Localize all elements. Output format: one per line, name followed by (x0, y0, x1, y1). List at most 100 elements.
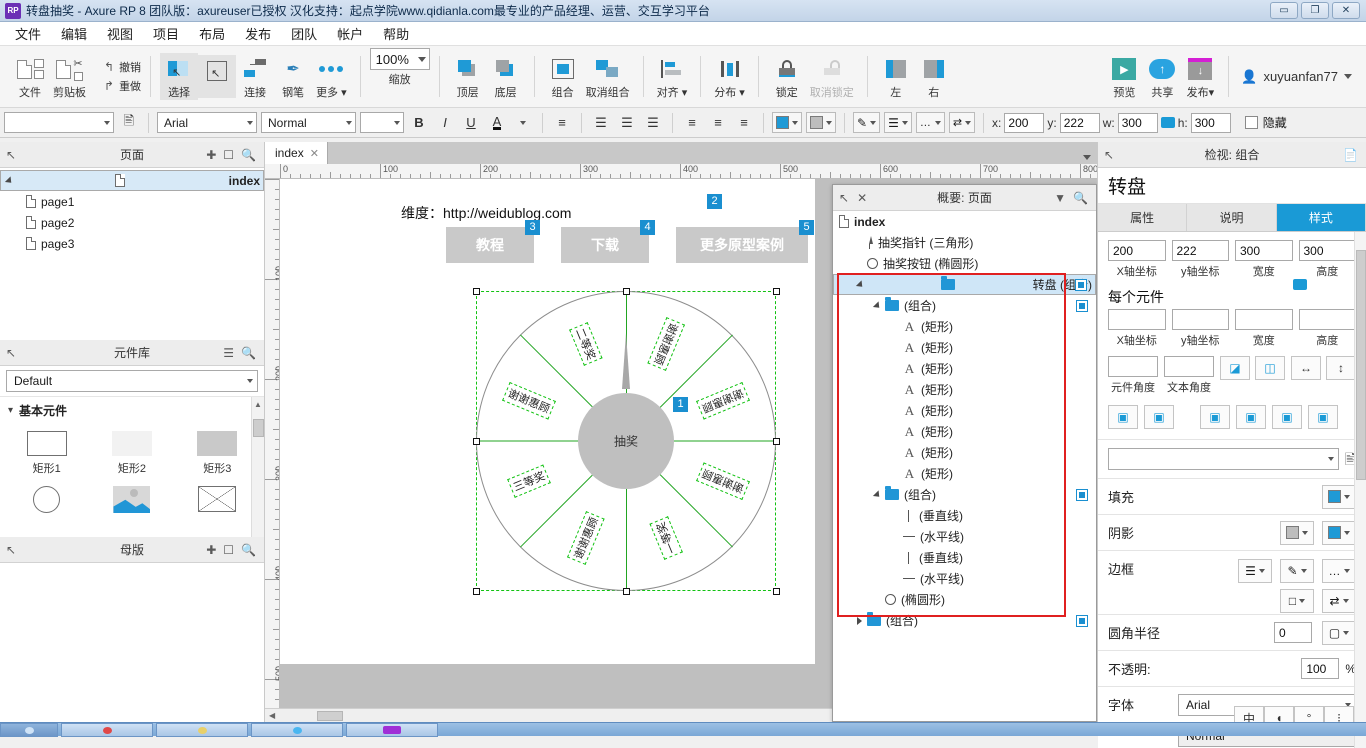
outline-tree-item[interactable]: 抽奖按钮 (椭圆形) (833, 253, 1096, 274)
inspector-collapse-button[interactable]: ↖ (1098, 149, 1114, 161)
shape-tool-button[interactable]: ↖ (198, 55, 237, 98)
border-visibility-button[interactable]: □ (1280, 589, 1314, 613)
outline-tree-item[interactable]: (水平线) (833, 568, 1096, 589)
distribute-h-icon[interactable]: ▣ (1272, 405, 1302, 429)
outline-tree-item[interactable]: A (矩形) (833, 442, 1096, 463)
resize-handle-w[interactable] (473, 438, 480, 445)
outline-tree-item[interactable]: A (矩形) (833, 337, 1096, 358)
group-marker-badge[interactable] (1076, 299, 1088, 312)
outline-tree-item[interactable]: A (矩形) (833, 421, 1096, 442)
annotation-badge-5[interactable]: 5 (799, 220, 814, 235)
outline-tree-item[interactable]: A (矩形) (833, 400, 1096, 421)
valign-bottom-icon[interactable]: ≡ (733, 112, 755, 133)
menu-item-account[interactable]: 帐户 (328, 21, 372, 46)
resize-handle-se[interactable] (773, 588, 780, 595)
border-color-button[interactable]: ✎ (1280, 559, 1314, 583)
h-input[interactable] (1190, 112, 1231, 133)
fit-width-icon[interactable]: ↔ (1291, 356, 1321, 380)
search-icon[interactable]: 🔍 (241, 149, 256, 161)
each-y-input[interactable] (1171, 309, 1229, 330)
masters-collapse-button[interactable]: ↖ (0, 544, 16, 556)
outline-tree-item[interactable]: (组合) (833, 610, 1096, 631)
close-button[interactable]: ✕ (1332, 2, 1360, 19)
bullet-list-icon[interactable]: ≡ (551, 112, 573, 133)
align-right-icon[interactable]: ☰ (642, 112, 664, 133)
file-button[interactable]: 文件 (11, 53, 49, 100)
chevron-down-icon[interactable] (512, 112, 534, 133)
widget-group-header[interactable]: ▾ 基本元件 (0, 397, 264, 421)
outline-tree-item[interactable]: (椭圆形) (833, 589, 1096, 610)
user-account-menu[interactable]: 👤 xuyuanfan77 (1231, 48, 1362, 105)
arrow-style-button[interactable]: ⇄ (948, 112, 976, 133)
menu-item-help[interactable]: 帮助 (374, 21, 418, 46)
menu-item-file[interactable]: 文件 (6, 21, 50, 46)
corner-visibility-button[interactable]: ▢ (1322, 620, 1356, 645)
annotation-badge-1[interactable]: 1 (673, 397, 688, 412)
align-center-icon[interactable]: ▣ (1144, 405, 1174, 429)
search-icon[interactable]: 🔍 (241, 544, 256, 556)
close-icon[interactable]: ✕ (310, 147, 319, 160)
publish-button[interactable]: ↓ 发布▾ (1181, 53, 1219, 100)
widget-rect3[interactable]: 矩形3 (175, 425, 260, 480)
taskbar-item-2[interactable] (156, 723, 248, 737)
resize-handle-nw[interactable] (473, 288, 480, 295)
w-input[interactable] (1117, 112, 1158, 133)
each-x-input[interactable] (1108, 309, 1166, 330)
add-master-folder-icon[interactable]: ☐ (223, 544, 234, 556)
outer-shadow-button[interactable] (1280, 520, 1314, 545)
line-color-button[interactable]: ✎ (853, 112, 881, 133)
resize-handle-s[interactable] (623, 588, 630, 595)
style-preset-select[interactable] (4, 112, 114, 133)
widget-ellipse[interactable] (4, 480, 89, 517)
scroll-thumb[interactable] (317, 710, 344, 721)
close-icon[interactable]: ✕ (857, 192, 867, 204)
lock-button[interactable]: 锁定 (768, 53, 806, 100)
outline-tree-item[interactable]: A (矩形) (833, 379, 1096, 400)
flip-vertical-icon[interactable]: ◫ (1255, 356, 1285, 380)
menu-item-layout[interactable]: 布局 (190, 21, 234, 46)
fill-color-button[interactable] (772, 112, 802, 133)
font-weight-select[interactable]: Normal (261, 112, 356, 133)
redo-button[interactable]: ↱ 重做 (104, 78, 141, 94)
right-panel-toggle[interactable]: 右 (915, 53, 953, 100)
line-style-button[interactable]: … (915, 112, 945, 133)
resize-handle-n[interactable] (623, 288, 630, 295)
bring-front-button[interactable]: 顶层 (449, 53, 487, 100)
outline-tree-item[interactable]: 转盘 (组合) (833, 274, 1096, 295)
more-tools-button[interactable]: 更多 ▾ (312, 53, 351, 100)
edit-style-icon[interactable]: 🖹 (118, 112, 140, 133)
inspector-x-input[interactable] (1108, 240, 1166, 261)
left-panel-toggle[interactable]: 左 (877, 53, 915, 100)
arrow-style-button[interactable]: ⇄ (1322, 589, 1356, 613)
share-button[interactable]: ↑ 共享 (1143, 53, 1181, 100)
y-input[interactable] (1059, 112, 1100, 133)
link-dimensions-icon[interactable] (1160, 117, 1175, 128)
tab-overflow-chevron-icon[interactable] (1083, 155, 1091, 160)
line-width-button[interactable]: ☰ (884, 112, 912, 133)
outline-tree-item[interactable]: 抽奖指针 (三角形) (833, 232, 1096, 253)
italic-button[interactable]: I (434, 112, 456, 133)
border-width-button[interactable]: ☰ (1238, 559, 1272, 583)
rotation-input[interactable] (1108, 356, 1158, 377)
align-button[interactable]: 对齐 ▾ (653, 53, 692, 100)
outline-tree-item[interactable]: A (矩形) (833, 463, 1096, 484)
font-size-select[interactable] (360, 112, 404, 133)
link-dimensions-icon[interactable] (1293, 279, 1307, 290)
shadow-button[interactable] (806, 112, 836, 133)
font-family-select[interactable]: Arial (157, 112, 257, 133)
text-rotation-input[interactable] (1164, 356, 1214, 377)
widget-rect2[interactable]: 矩形2 (89, 425, 174, 480)
twisty-icon[interactable] (857, 616, 862, 625)
tutorial-button[interactable]: 教程 (446, 227, 534, 263)
page-tree-item[interactable]: index (0, 170, 264, 191)
clipboard-button[interactable]: ✂ 剪贴板 (49, 53, 90, 100)
fit-height-icon[interactable]: ↕ (1326, 356, 1356, 380)
send-back-button[interactable]: 底层 (487, 53, 525, 100)
outline-tree-item[interactable]: (垂直线) (833, 505, 1096, 526)
group-marker-badge[interactable] (1075, 278, 1087, 291)
annotation-badge-4[interactable]: 4 (640, 220, 655, 235)
border-style-button[interactable]: … (1322, 559, 1356, 583)
widget-placeholder[interactable] (175, 480, 260, 517)
outline-tree-item[interactable]: index (833, 211, 1096, 232)
undo-button[interactable]: ↰ 撤销 (104, 59, 141, 75)
